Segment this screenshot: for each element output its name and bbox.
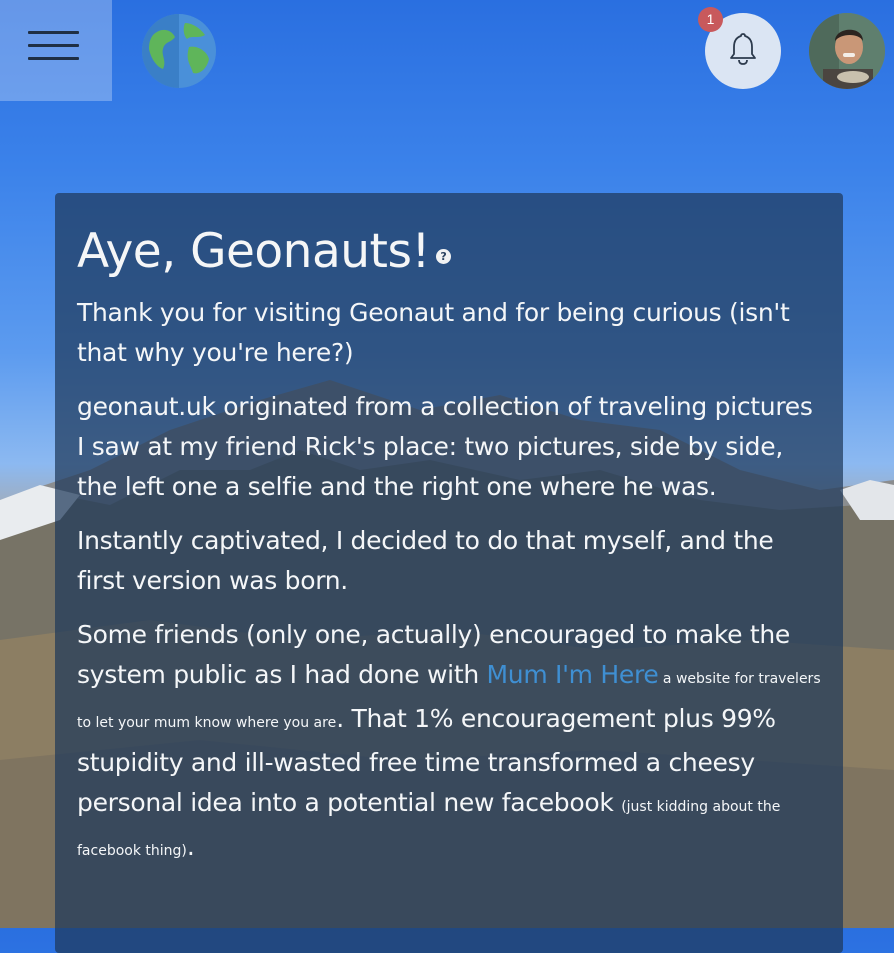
page-title: Aye, Geonauts!? [77, 221, 821, 283]
p4-end-text: . [186, 832, 195, 861]
notification-count-badge: 1 [698, 7, 723, 32]
globe-logo-icon[interactable] [141, 13, 217, 89]
top-bar: 1 [0, 0, 894, 101]
intro-paragraph: Thank you for visiting Geonaut and for b… [77, 298, 790, 367]
user-avatar[interactable] [809, 13, 885, 89]
title-text: Aye, Geonauts! [77, 224, 430, 279]
hamburger-menu-icon-line [28, 44, 79, 47]
public-system-paragraph: Some friends (only one, actually) encour… [77, 615, 821, 871]
origin-paragraph: geonaut.uk originated from a collection … [77, 392, 813, 501]
hamburger-menu-icon [28, 31, 79, 34]
menu-button[interactable] [0, 0, 112, 101]
hamburger-menu-icon-line [28, 57, 79, 60]
help-icon[interactable]: ? [435, 249, 451, 264]
mum-im-here-link[interactable]: Mum I'm Here [487, 660, 659, 689]
welcome-card: Aye, Geonauts!? Thank you for visiting G… [55, 193, 843, 953]
bell-icon [730, 33, 756, 65]
first-version-paragraph: Instantly captivated, I decided to do th… [77, 526, 774, 595]
